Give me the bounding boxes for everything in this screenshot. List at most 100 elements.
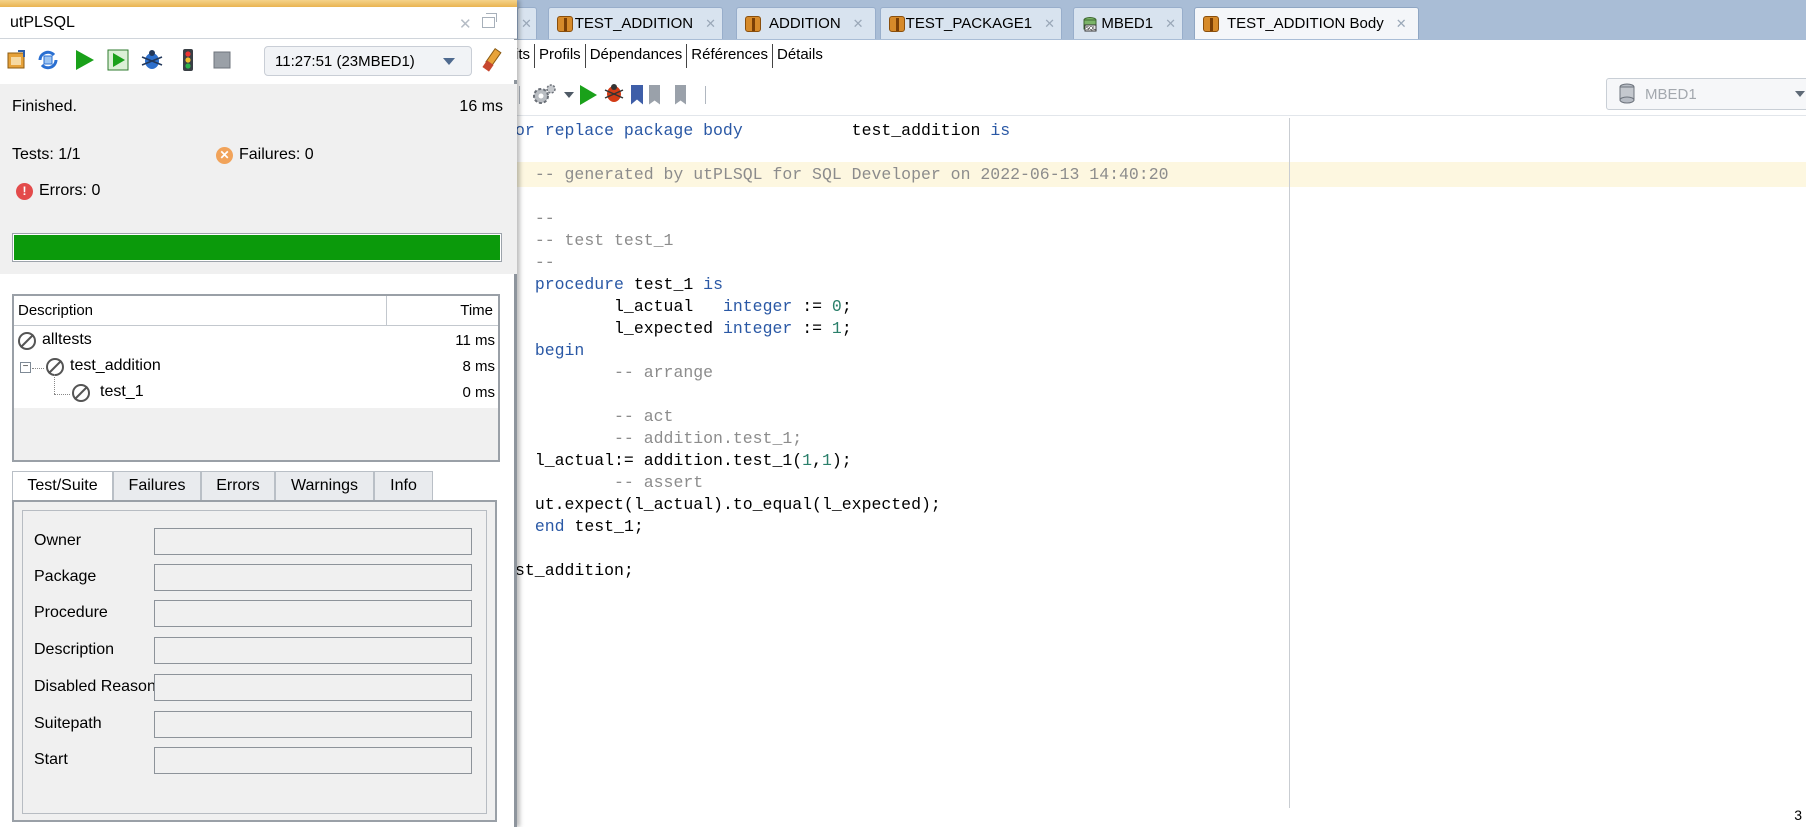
tab-test-addition-body[interactable]: TEST_ADDITION Body ✕ bbox=[1194, 7, 1419, 39]
field-label: Procedure bbox=[34, 604, 108, 621]
connection-select[interactable]: MBED1 bbox=[1606, 78, 1806, 110]
code-token: end bbox=[534, 517, 565, 536]
tree-connector bbox=[54, 394, 70, 395]
sql-connection-icon: SQL bbox=[1080, 14, 1097, 34]
procedure-field[interactable] bbox=[154, 600, 472, 627]
stop-icon[interactable] bbox=[210, 48, 234, 72]
field-suitepath: Suitepath bbox=[23, 709, 488, 739]
close-icon[interactable]: ✕ bbox=[705, 16, 716, 32]
description-field[interactable] bbox=[154, 637, 472, 664]
utplsql-panel: utPLSQL ✕ 11:27:51 (23MBED1) Finished. 1… bbox=[0, 0, 517, 827]
tab-info[interactable]: Info bbox=[374, 471, 433, 501]
close-icon[interactable]: ✕ bbox=[853, 16, 864, 32]
float-window-icon[interactable] bbox=[482, 13, 497, 28]
run-icon[interactable] bbox=[72, 48, 96, 72]
panel-title-bar: utPLSQL ✕ bbox=[0, 7, 517, 39]
chevron-down-icon[interactable] bbox=[1795, 91, 1805, 97]
refresh-icon[interactable] bbox=[5, 48, 29, 72]
disabled-reason-field[interactable] bbox=[154, 674, 472, 701]
field-label: Description bbox=[34, 641, 115, 658]
tab-errors[interactable]: Errors bbox=[201, 471, 275, 501]
tab-label: TEST_ADDITION Body bbox=[1227, 15, 1384, 32]
code-token: is bbox=[990, 121, 1011, 140]
tab-addition[interactable]: ADDITION ✕ bbox=[736, 7, 876, 39]
subtab-edits[interactable]: its bbox=[515, 44, 534, 68]
run-icon[interactable] bbox=[580, 84, 597, 105]
next-bookmark-icon[interactable] bbox=[675, 84, 686, 105]
tab-test-package1[interactable]: TEST_PACKAGE1 ✕ bbox=[880, 7, 1062, 39]
subtab-details[interactable]: Détails bbox=[771, 44, 827, 68]
column-description[interactable]: Description bbox=[18, 302, 93, 319]
close-icon[interactable]: ✕ bbox=[1165, 16, 1176, 32]
bookmark-icon[interactable] bbox=[631, 84, 643, 105]
test-results-table: Description Time alltests 11 ms − test_a… bbox=[12, 294, 500, 462]
database-icon bbox=[1617, 83, 1637, 105]
disabled-icon bbox=[72, 384, 90, 402]
field-package: Package bbox=[23, 562, 488, 592]
tab-failures[interactable]: Failures bbox=[113, 471, 201, 501]
tab-overflow-close[interactable]: ✕ bbox=[517, 7, 537, 39]
code-token: 0 bbox=[831, 297, 842, 316]
code-token: , bbox=[812, 451, 822, 470]
code-comment: -- assert bbox=[614, 473, 704, 492]
panel-focus-bar bbox=[0, 0, 517, 7]
field-owner: Owner bbox=[23, 526, 488, 556]
subtab-dependances[interactable]: Dépendances bbox=[584, 44, 687, 68]
run-history-value: 11:27:51 (23MBED1) bbox=[275, 52, 415, 70]
close-icon[interactable]: ✕ bbox=[1396, 16, 1407, 32]
chevron-down-icon[interactable] bbox=[443, 58, 455, 65]
chevron-down-icon[interactable] bbox=[564, 91, 574, 98]
clear-history-icon[interactable] bbox=[480, 48, 504, 72]
start-field[interactable] bbox=[154, 747, 472, 774]
code-token: l_expected bbox=[614, 319, 714, 338]
field-description: Description bbox=[23, 635, 488, 665]
owner-field[interactable] bbox=[154, 528, 472, 555]
collapse-icon[interactable]: − bbox=[20, 362, 31, 373]
tab-mbed1[interactable]: SQL MBED1 ✕ bbox=[1073, 7, 1183, 39]
code-token: is bbox=[703, 275, 723, 294]
svg-text:SQL: SQL bbox=[1086, 26, 1096, 32]
debug-icon[interactable] bbox=[603, 82, 625, 108]
row-time: 11 ms bbox=[455, 332, 495, 349]
code-editor[interactable]: or replace package body test_addition is… bbox=[515, 118, 1806, 827]
code-token: := bbox=[802, 297, 822, 316]
subtab-profils[interactable]: Profils bbox=[534, 44, 585, 68]
package-field[interactable] bbox=[154, 564, 472, 591]
code-comment: -- generated by utPLSQL for SQL Develope… bbox=[534, 165, 1169, 184]
tab-test-suite[interactable]: Test/Suite bbox=[12, 471, 113, 502]
close-icon[interactable]: ✕ bbox=[1044, 16, 1055, 32]
field-label: Suitepath bbox=[34, 715, 102, 732]
tab-test-addition[interactable]: TEST_ADDITION ✕ bbox=[548, 7, 723, 39]
code-comment: -- bbox=[534, 253, 555, 272]
right-margin-line bbox=[1289, 118, 1290, 808]
column-separator[interactable] bbox=[386, 296, 387, 326]
code-line-current: -- generated by utPLSQL for SQL Develope… bbox=[515, 162, 1806, 187]
close-icon[interactable]: ✕ bbox=[459, 15, 472, 33]
failures-count: ✕ Failures: 0 bbox=[216, 146, 314, 164]
close-icon[interactable]: ✕ bbox=[521, 16, 532, 32]
code-token: 1 bbox=[831, 319, 842, 338]
traffic-light-icon[interactable] bbox=[176, 48, 200, 72]
field-disabled-reason: Disabled Reason bbox=[23, 672, 488, 702]
tab-warnings[interactable]: Warnings bbox=[275, 471, 374, 501]
package-icon bbox=[555, 14, 573, 34]
rerun-icon[interactable] bbox=[36, 48, 60, 72]
run-with-coverage-icon[interactable] bbox=[106, 48, 130, 72]
tab-label: TEST_PACKAGE1 bbox=[905, 15, 1033, 32]
package-icon bbox=[1201, 14, 1221, 34]
compile-gear-icon[interactable] bbox=[530, 81, 558, 109]
previous-bookmark-icon[interactable] bbox=[649, 84, 660, 105]
detail-tabs: Test/Suite Failures Errors Warnings Info bbox=[12, 471, 502, 502]
table-row[interactable]: test_1 0 ms bbox=[14, 374, 498, 408]
code-token: test_1; bbox=[574, 517, 644, 536]
code-comment: -- test test_1 bbox=[534, 231, 674, 250]
suitepath-field[interactable] bbox=[154, 711, 472, 738]
debug-icon[interactable] bbox=[140, 48, 164, 72]
test-suite-details: Owner Package Procedure Description Disa… bbox=[12, 500, 497, 822]
failure-icon: ✕ bbox=[216, 146, 233, 164]
code-token: st_addition; bbox=[515, 561, 634, 580]
run-history-select[interactable]: 11:27:51 (23MBED1) bbox=[264, 46, 472, 76]
error-icon: ! bbox=[16, 182, 33, 200]
subtab-references[interactable]: Références bbox=[686, 44, 772, 68]
column-time[interactable]: Time bbox=[460, 302, 493, 319]
